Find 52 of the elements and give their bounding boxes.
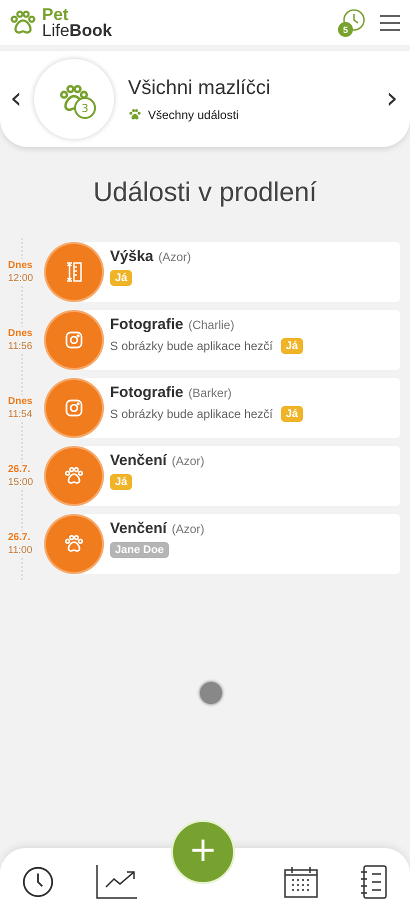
logo-text: Pet [42, 6, 70, 22]
paw-icon [128, 108, 142, 122]
event-note: S obrázky bude aplikace hezčí [110, 339, 273, 353]
assignee-tag: Já [280, 338, 304, 354]
event-time: 12:00 [8, 272, 34, 285]
event-title: Venčení [110, 520, 167, 537]
event-card[interactable]: Venčení (Azor) Já [82, 446, 400, 506]
event-day: Dnes [8, 327, 38, 340]
pet-name: (Azor) [172, 454, 204, 468]
calendar-icon[interactable] [284, 866, 318, 898]
logo-text: LifeBook [42, 22, 112, 38]
assignee-tag: Já [110, 474, 132, 490]
loading-dot [200, 682, 222, 704]
event-day: Dnes [8, 259, 38, 272]
notification-badge: 5 [338, 22, 353, 37]
event-filter-label: Všechny události [148, 108, 239, 122]
previous-button[interactable]: ‹ [8, 84, 24, 114]
camera-icon [64, 330, 84, 350]
event-time: 15:00 [8, 476, 34, 489]
pet-name: Všichni mazlíčci [128, 76, 272, 100]
pet-name: (Barker) [188, 386, 232, 400]
assignee-tag: Jane Doe [110, 542, 169, 558]
event-title: Výška [110, 248, 154, 265]
event-time: 11:54 [8, 408, 34, 421]
pet-count: 3 [74, 97, 96, 119]
menu-button[interactable] [380, 14, 400, 30]
pet-name: (Azor) [172, 522, 204, 536]
chart-icon[interactable] [96, 865, 138, 899]
event-day: Dnes [8, 395, 38, 408]
pet-name: (Charlie) [188, 318, 234, 332]
event-note: S obrázky bude aplikace hezčí [110, 407, 273, 421]
assignee-tag: Já [110, 270, 132, 286]
event-card[interactable]: Fotografie (Charlie) S obrázky bude aplikace hezčí Já [82, 310, 400, 370]
event-title: Venčení [110, 452, 167, 469]
assignee-tag: Já [280, 406, 304, 422]
clock-icon[interactable] [20, 865, 55, 899]
paw-icon [63, 533, 85, 555]
event-title: Fotografie [110, 316, 184, 333]
event-time: 11:56 [8, 340, 34, 353]
event-title: Fotografie [110, 384, 184, 401]
event-card[interactable]: Venčení (Azor) Jane Doe [82, 514, 400, 574]
notebook-icon[interactable] [359, 865, 390, 899]
event-card[interactable]: Fotografie (Barker) S obrázky bude aplikace hezčí Já [82, 378, 400, 438]
event-card[interactable]: Výška (Azor) Já [82, 242, 400, 302]
event-day: 26.7. [8, 531, 38, 544]
paw-icon [63, 465, 85, 487]
next-button[interactable]: › [384, 84, 400, 114]
event-time: 11:00 [8, 544, 34, 557]
event-day: 26.7. [8, 463, 38, 476]
camera-icon [64, 398, 84, 418]
pet-name: (Azor) [158, 250, 192, 264]
section-title: Události v prodlení [92, 177, 318, 208]
